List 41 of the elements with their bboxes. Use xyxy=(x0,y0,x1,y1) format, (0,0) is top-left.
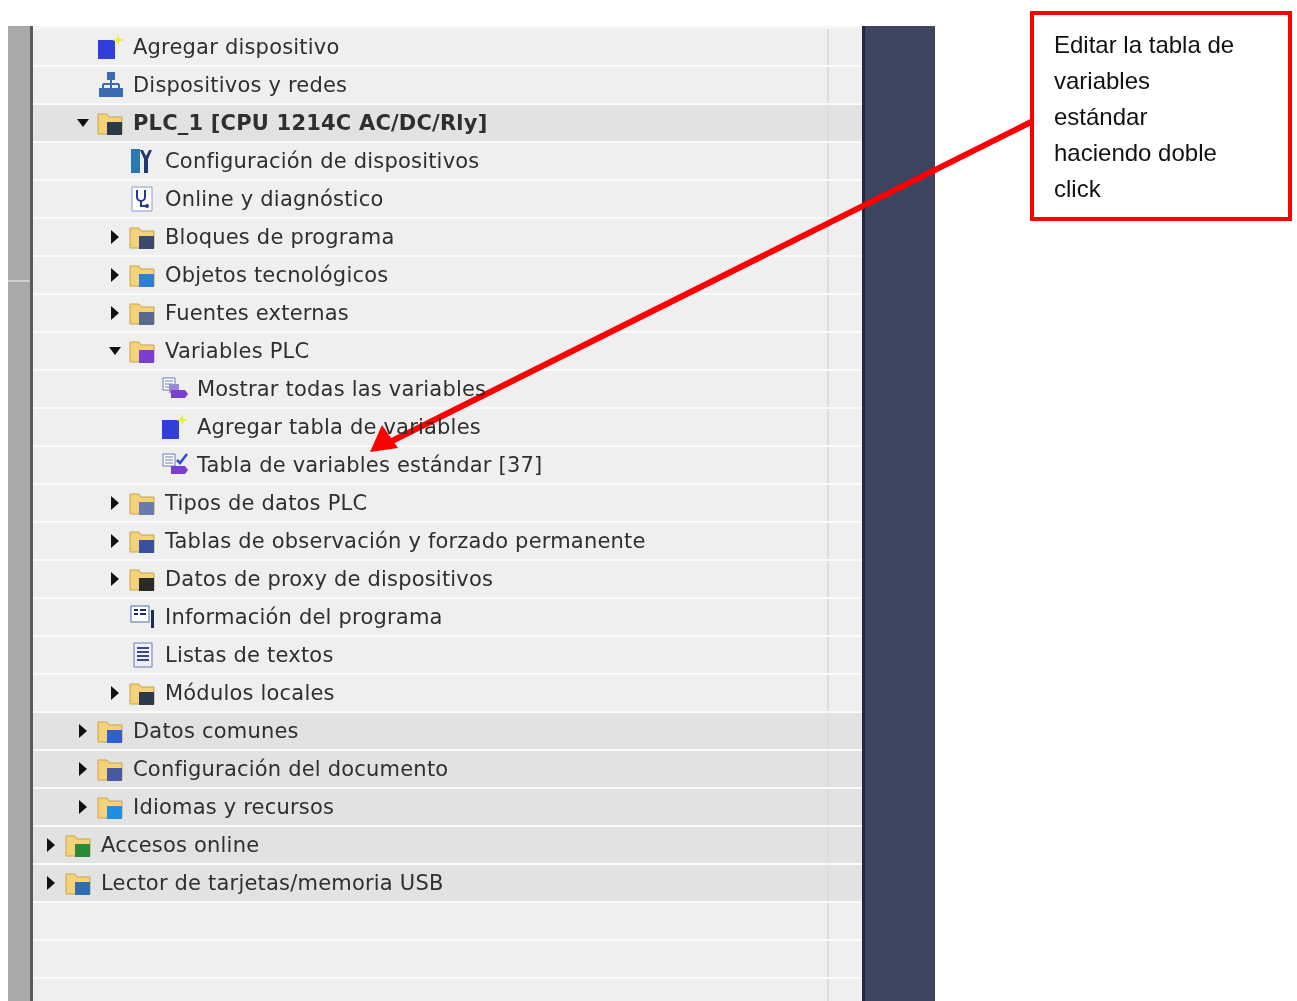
tree-item[interactable]: Agregar dispositivo xyxy=(33,29,862,67)
folder-icon xyxy=(129,262,157,288)
tree-item[interactable]: Tabla de variables estándar [37] xyxy=(33,447,862,485)
folder-icon xyxy=(97,718,125,744)
folder-icon xyxy=(97,756,125,782)
tree-item[interactable]: Datos de proxy de dispositivos xyxy=(33,561,862,599)
folder-icon xyxy=(129,224,157,250)
folder-icon xyxy=(129,338,157,364)
tree-item[interactable]: Módulos locales xyxy=(33,675,862,713)
tree-item[interactable]: Datos comunes xyxy=(33,713,862,751)
tree-item[interactable]: Lector de tarjetas/memoria USB xyxy=(33,865,862,903)
tree-item[interactable]: Online y diagnóstico xyxy=(33,181,862,219)
document-icon xyxy=(129,604,157,630)
tree-item[interactable]: Fuentes externas xyxy=(33,295,862,333)
tree-item[interactable]: Configuración de dispositivos xyxy=(33,143,862,181)
tree-item[interactable]: Información del programa xyxy=(33,599,862,637)
folder-icon xyxy=(129,300,157,326)
folder-icon xyxy=(129,528,157,554)
tree-item[interactable]: Dispositivos y redes xyxy=(33,67,862,105)
folder-icon xyxy=(65,870,93,896)
network-icon xyxy=(97,72,125,98)
tree-item[interactable]: PLC_1 [CPU 1214C AC/DC/Rly] xyxy=(33,105,862,143)
tree-item[interactable]: Configuración del documento xyxy=(33,751,862,789)
tree-item[interactable]: Tipos de datos PLC xyxy=(33,485,862,523)
tree-item[interactable]: Variables PLC xyxy=(33,333,862,371)
tree-item[interactable]: Objetos tecnológicos xyxy=(33,257,862,295)
tree-item[interactable]: Tablas de observación y forzado permanente xyxy=(33,523,862,561)
callout-text: Editar la tabla de variables estándar haciendo doble click xyxy=(1054,30,1236,204)
tree-item[interactable]: Bloques de programa xyxy=(33,219,862,257)
folder-icon xyxy=(129,566,157,592)
tree-item[interactable]: Accesos online xyxy=(33,827,862,865)
folder-icon xyxy=(65,832,93,858)
folder-icon xyxy=(129,680,157,706)
tree-item[interactable]: Listas de textos xyxy=(33,637,862,675)
folder-icon xyxy=(129,490,157,516)
tree-item[interactable]: Idiomas y recursos xyxy=(33,789,862,827)
tree-item[interactable]: Mostrar todas las variables xyxy=(33,371,862,409)
folder-icon xyxy=(97,794,125,820)
sparkle-square-icon xyxy=(161,414,189,440)
folder-icon xyxy=(97,110,125,136)
sparkle-square-icon xyxy=(97,34,125,60)
